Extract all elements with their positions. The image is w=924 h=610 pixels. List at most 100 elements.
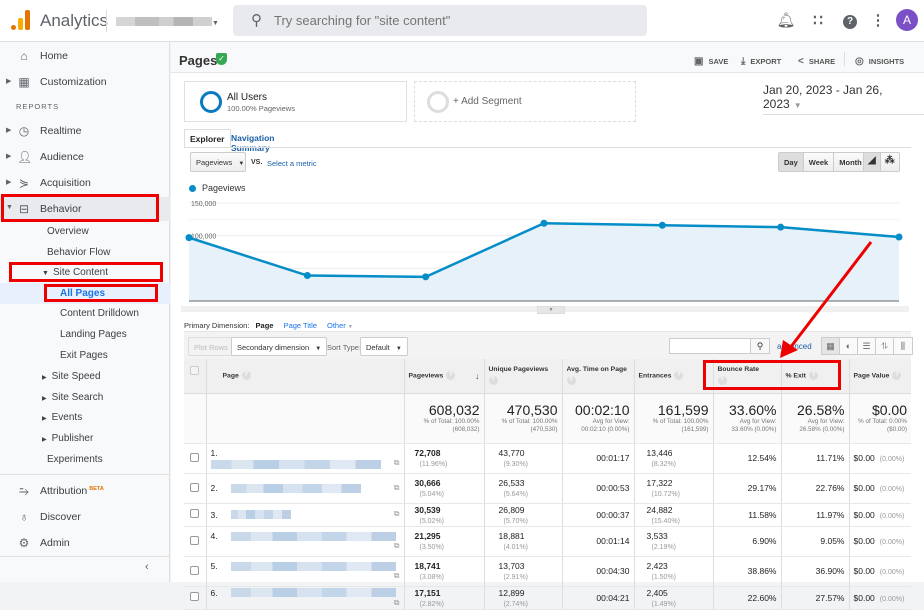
table-row[interactable]: 1. ⧉ 72,708(11.96%) 43,770(9.30%) 00:01:17 13… [184, 443, 911, 474]
data-table-view-icon[interactable]: ▦ [822, 338, 840, 354]
page-cell[interactable]: 6. ⧉ [205, 586, 404, 610]
table-row[interactable]: 6. ⧉ 17,151(2.82%) 12,899(2.74%) 00:04:21 2,4… [184, 586, 911, 610]
row-checkbox[interactable] [190, 535, 200, 545]
row-checkbox[interactable] [190, 452, 200, 462]
add-segment-button[interactable]: + Add Segment [414, 81, 636, 122]
page-path-redacted[interactable] [230, 483, 361, 493]
table-row[interactable]: 4. ⧉ 21,295(3.50%) 18,881(4.01%) 00:01:14 3,5… [184, 526, 911, 557]
row-checkbox[interactable] [190, 482, 200, 492]
date-range-picker[interactable]: Jan 20, 2023 - Jan 26, 2023 ▼ [763, 83, 924, 115]
help-icon[interactable]: ? [446, 371, 456, 380]
apps-grid-icon[interactable]: ∷ [808, 11, 828, 29]
row-checkbox[interactable] [190, 509, 200, 518]
sidebar-item-admin[interactable]: ⚙ Admin [0, 531, 170, 555]
row-checkbox[interactable] [190, 565, 200, 575]
page-path-redacted[interactable] [230, 510, 291, 520]
col-page[interactable]: Page? [205, 359, 404, 394]
table-row[interactable]: 2. ⧉ 30,666(5.04%) 26,533(5.64%) 00:00:53 17,… [184, 473, 911, 504]
sidebar-item-behavior-flow[interactable]: Behavior Flow [47, 247, 110, 258]
sidebar-item-realtime[interactable]: ▶ ◷ Realtime [0, 119, 170, 143]
dimension-page[interactable]: Page [256, 321, 274, 330]
select-all-checkbox[interactable] [190, 366, 200, 375]
search-input[interactable] [274, 5, 634, 36]
sidebar-item-exit-pages[interactable]: Exit Pages [60, 350, 108, 361]
month-button[interactable]: Month [834, 153, 867, 171]
secondary-dimension-dropdown[interactable]: Secondary dimension ▼ [231, 337, 328, 356]
avatar[interactable]: A [896, 9, 918, 31]
open-link-icon[interactable]: ⧉ [394, 458, 400, 468]
plot-rows-button[interactable]: Plot Rows [188, 337, 234, 356]
help-icon[interactable]: ? [892, 371, 902, 380]
search-bar[interactable]: ⚲ [233, 5, 647, 36]
comparison-view-icon[interactable]: ⥮ [876, 338, 894, 354]
table-search-icon[interactable]: ⚲ [750, 338, 770, 354]
help-icon[interactable]: ? [241, 371, 251, 380]
page-path-redacted[interactable] [230, 561, 396, 571]
metric-dropdown[interactable]: Pageviews ▼ [190, 152, 246, 172]
collapse-sidebar-icon[interactable]: ‹ [145, 561, 149, 573]
sidebar-item-landing-pages[interactable]: Landing Pages [60, 329, 127, 340]
table-row[interactable]: 3. ⧉ 30,539(5.02%) 26,809(5.70%) 00:00:37 24,… [184, 503, 911, 527]
chart-resize-handle[interactable]: ▼ [537, 306, 565, 314]
line-chart-icon[interactable]: ◢ [864, 153, 881, 171]
help-icon[interactable]: ? [840, 11, 860, 29]
advanced-filter-link[interactable]: advanced [777, 342, 812, 351]
insights-button[interactable]: ◎ INSIGHTS [855, 56, 904, 67]
page-path-redacted[interactable] [230, 531, 396, 541]
sidebar-item-events[interactable]: ▶ Events [42, 412, 82, 423]
share-button[interactable]: < SHARE [798, 56, 835, 67]
dimension-page-title[interactable]: Page Title [284, 321, 317, 330]
help-icon[interactable]: ? [674, 371, 684, 380]
open-link-icon[interactable]: ⧉ [394, 509, 400, 519]
sidebar-item-publisher[interactable]: ▶ Publisher [42, 433, 93, 444]
sidebar-item-home[interactable]: ⌂ Home [0, 44, 170, 68]
help-icon[interactable]: ? [566, 376, 576, 385]
performance-view-icon[interactable]: ☰ [858, 338, 876, 354]
sidebar-item-audience[interactable]: ▶ 👤︎ Audience [0, 145, 170, 169]
col-page-value[interactable]: Page Value? [848, 359, 911, 394]
tab-explorer[interactable]: Explorer [184, 129, 231, 148]
col-pageviews[interactable]: Pageviews? ↓ [403, 359, 484, 394]
sidebar-item-content-drilldown[interactable]: Content Drilldown [60, 308, 139, 319]
sidebar-item-customization[interactable]: ▶ ▦ Customization [0, 70, 170, 94]
sidebar-item-experiments[interactable]: Experiments [47, 454, 103, 465]
dimension-other[interactable]: Other ▼ [327, 321, 353, 330]
page-path-redacted[interactable] [210, 459, 381, 469]
day-button[interactable]: Day [779, 153, 804, 171]
term-cloud-view-icon[interactable]: ⫼ [894, 338, 912, 354]
motion-chart-icon[interactable]: ⁂ [881, 153, 899, 171]
page-cell[interactable]: 3. ⧉ [205, 503, 404, 527]
sidebar-item-site-speed[interactable]: ▶ Site Speed [42, 371, 101, 382]
col-avg-time[interactable]: Avg. Time on Page? [561, 359, 634, 394]
sort-desc-icon[interactable]: ↓ [475, 371, 480, 381]
sidebar-item-attribution[interactable]: ⥲ Attribution BETA [0, 479, 170, 503]
open-link-icon[interactable]: ⧉ [394, 571, 400, 581]
account-caret-icon[interactable]: ▼ [212, 20, 219, 27]
col-entrances[interactable]: Entrances? [633, 359, 713, 394]
col-unique-pageviews[interactable]: Unique Pageviews? [483, 359, 562, 394]
pie-view-icon[interactable]: ◐ [840, 338, 858, 354]
page-cell[interactable]: 2. ⧉ [205, 473, 404, 504]
tab-navigation-summary[interactable]: Navigation Summary [226, 129, 279, 153]
page-cell[interactable]: 1. ⧉ [205, 443, 404, 474]
page-cell[interactable]: 4. ⧉ [205, 526, 404, 557]
more-vert-icon[interactable]: ⋮ [868, 11, 888, 29]
week-button[interactable]: Week [804, 153, 835, 171]
page-path-redacted[interactable] [230, 588, 396, 598]
sidebar-item-acquisition[interactable]: ▶ ⋟ Acquisition [0, 171, 170, 195]
analytics-logo-icon[interactable] [11, 10, 31, 30]
open-link-icon[interactable]: ⧉ [394, 598, 400, 608]
segment-all-users[interactable]: All Users 100.00% Pageviews [184, 81, 407, 122]
open-link-icon[interactable]: ⧉ [394, 541, 400, 551]
sidebar-item-discover[interactable]: ♁ Discover [0, 505, 170, 529]
row-checkbox[interactable] [190, 592, 200, 601]
help-icon[interactable]: ? [488, 376, 498, 385]
sidebar-item-site-search[interactable]: ▶ Site Search [42, 392, 103, 403]
table-filter-input[interactable] [669, 338, 751, 354]
sort-type-dropdown[interactable]: Default ▼ [360, 337, 408, 356]
export-button[interactable]: ⤓ EXPORT [741, 56, 781, 67]
save-button[interactable]: ▣ SAVE [694, 56, 728, 67]
bell-icon[interactable]: 🔔︎ [776, 11, 796, 29]
select-metric-link[interactable]: Select a metric [267, 159, 317, 168]
open-link-icon[interactable]: ⧉ [394, 483, 400, 493]
